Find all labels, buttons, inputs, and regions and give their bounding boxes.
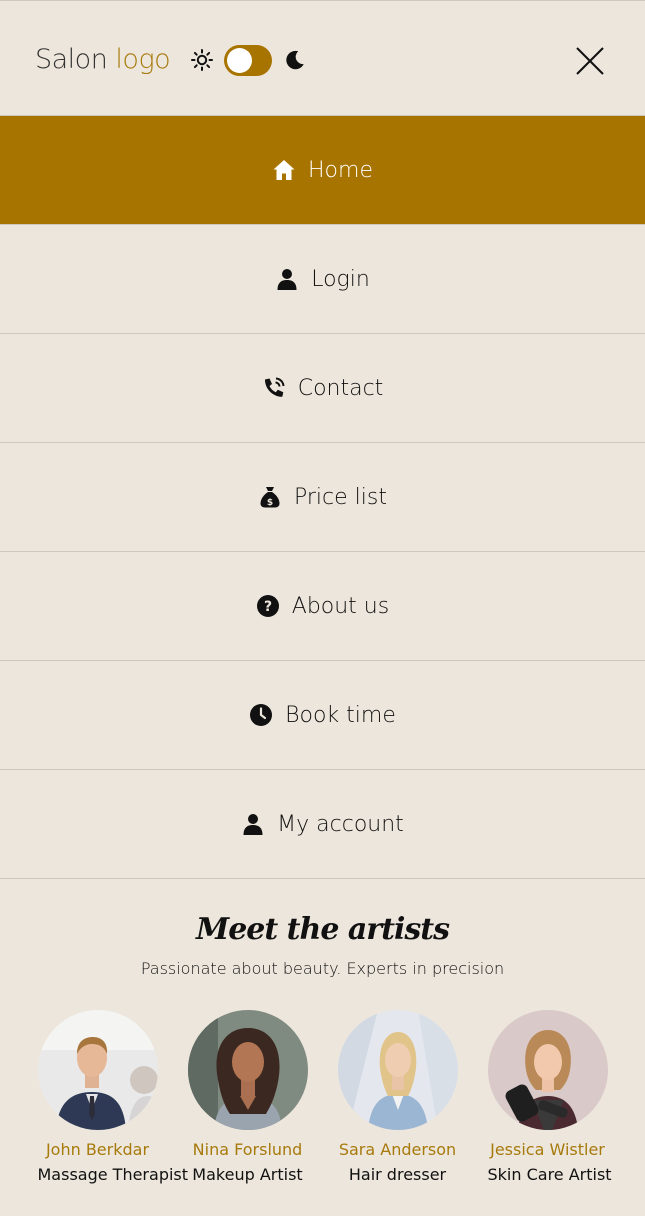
artist-role: Massage Therapist <box>37 1165 189 1184</box>
artist-photo <box>487 1010 608 1130</box>
artist-photo <box>187 1010 308 1130</box>
artist-role: Hair dresser <box>348 1165 447 1184</box>
nav-label-about-us: About us <box>291 593 390 619</box>
mobile-menu-page: Salon logo Home Login Contact $ Price li… <box>0 0 645 1216</box>
artist-role: Skin Care Artist <box>487 1165 612 1184</box>
sun-icon <box>191 49 213 71</box>
svg-text:?: ? <box>264 599 272 615</box>
nav-label-login: Login <box>311 266 370 292</box>
close-icon[interactable] <box>575 46 605 76</box>
phone-icon <box>262 376 286 400</box>
artist-card[interactable]: Sara Anderson Hair dresser <box>337 1010 458 1184</box>
nav-item-my-account[interactable]: My account <box>0 770 645 879</box>
nav-label-price-list: Price list <box>294 484 387 510</box>
artist-card[interactable]: Nina Forslund Makeup Artist <box>187 1010 308 1184</box>
question-icon: ? <box>256 594 280 618</box>
artists-subtitle: Passionate about beauty. Experts in prec… <box>140 959 505 978</box>
menu-header: Salon logo <box>0 1 645 115</box>
toggle-knob <box>227 47 252 73</box>
artist-card[interactable]: Jessica Wistler Skin Care Artist <box>487 1010 612 1184</box>
money-bag-icon: $ <box>258 485 282 509</box>
clock-icon <box>249 703 273 727</box>
nav-item-book-time[interactable]: Book time <box>0 661 645 770</box>
nav-item-login[interactable]: Login <box>0 225 645 334</box>
salon-logo[interactable]: Salon logo <box>35 44 171 75</box>
main-nav: Home Login Contact $ Price list ? About … <box>0 115 645 879</box>
dark-mode-toggle[interactable] <box>224 44 272 76</box>
artist-photo <box>37 1010 158 1130</box>
logo-main-text: Salon <box>35 44 108 75</box>
nav-label-home: Home <box>308 157 373 183</box>
moon-icon <box>286 50 304 70</box>
nav-label-my-account: My account <box>277 811 404 837</box>
artists-title: Meet the artists <box>195 912 450 947</box>
nav-label-contact: Contact <box>297 375 384 401</box>
home-icon <box>272 158 296 182</box>
artist-photo <box>337 1010 458 1130</box>
nav-item-contact[interactable]: Contact <box>0 334 645 443</box>
nav-label-book-time: Book time <box>285 702 396 728</box>
meet-the-artists-section: Meet the artists Passionate about beauty… <box>0 879 645 1184</box>
artist-name: Jessica Wistler <box>490 1140 605 1159</box>
artist-name: John Berkdar <box>45 1140 150 1159</box>
nav-item-about-us[interactable]: ? About us <box>0 552 645 661</box>
artist-name: Nina Forslund <box>192 1140 303 1159</box>
nav-item-home[interactable]: Home <box>0 116 645 225</box>
user-icon <box>241 812 265 836</box>
theme-switcher <box>190 42 306 78</box>
artist-role: Makeup Artist <box>192 1165 303 1184</box>
artists-list: John Berkdar Massage Therapist Nina Fors… <box>0 1010 645 1184</box>
logo-accent-text: logo <box>115 44 171 75</box>
artist-card[interactable]: John Berkdar Massage Therapist <box>37 1010 189 1184</box>
nav-item-price-list[interactable]: $ Price list <box>0 443 645 552</box>
artist-name: Sara Anderson <box>338 1140 457 1159</box>
user-icon <box>275 267 299 291</box>
svg-text:$: $ <box>267 498 273 508</box>
